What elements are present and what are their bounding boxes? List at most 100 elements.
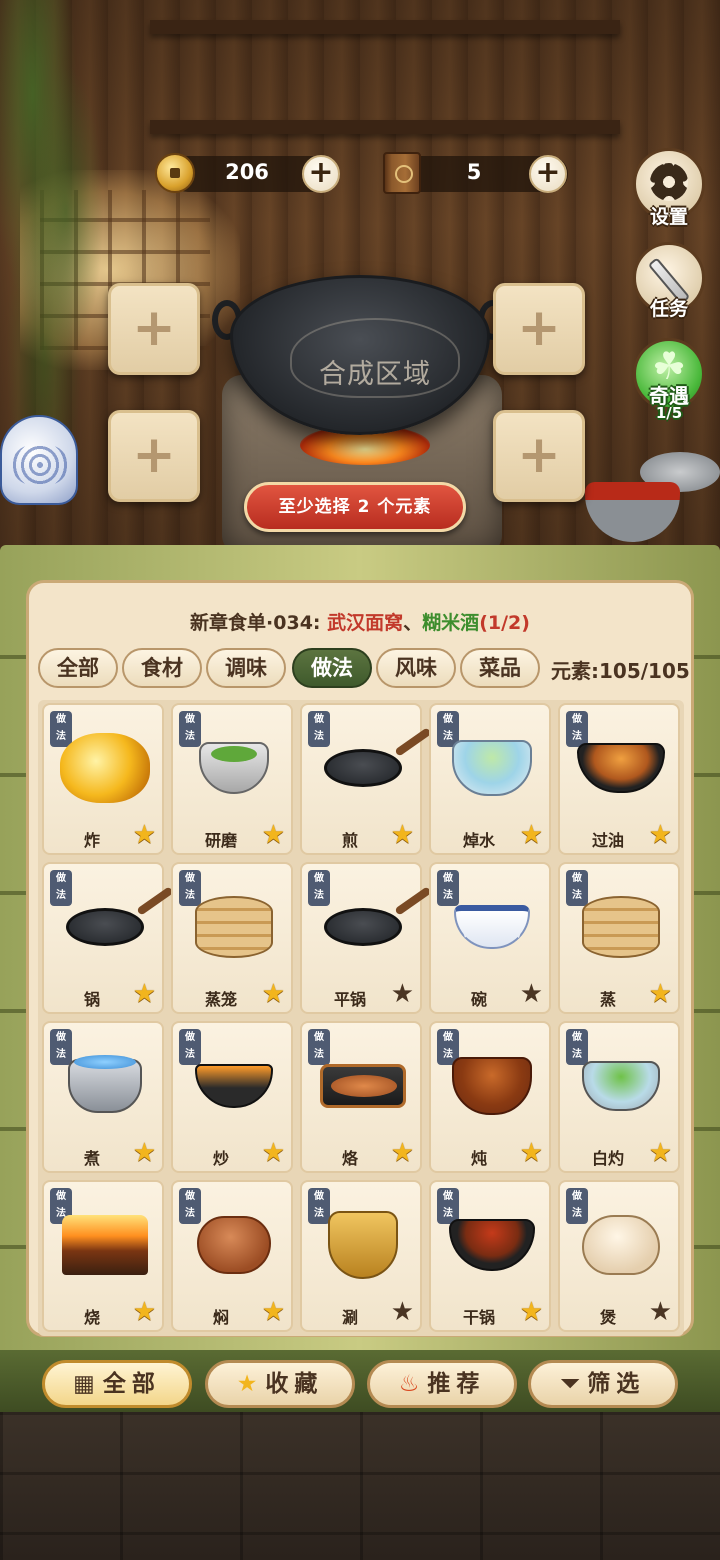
nav-favorites-button[interactable]: ★ 收藏: [205, 1360, 355, 1408]
stew-icon: [447, 1043, 537, 1128]
element-card[interactable]: 做法烧 ★: [42, 1180, 164, 1332]
select-hint-button[interactable]: 至少选择 2 个元素: [244, 482, 466, 532]
element-card[interactable]: 做法炒 ★: [171, 1021, 293, 1173]
favorite-star-icon[interactable]: ★: [133, 1298, 156, 1326]
favorite-star-icon[interactable]: ★: [262, 1139, 285, 1167]
coin-icon: [155, 153, 195, 193]
casserole-icon: [576, 1202, 666, 1287]
dry-pot-icon-shape: [449, 1218, 535, 1271]
favorite-star-icon[interactable]: ★: [520, 1139, 543, 1167]
element-card[interactable]: 做法碗 ★: [429, 862, 551, 1014]
ingredient-slot[interactable]: +: [108, 283, 200, 375]
element-card[interactable]: 做法烙 ★: [300, 1021, 422, 1173]
element-card[interactable]: 做法炸 ★: [42, 703, 164, 855]
element-label: 涮: [341, 1308, 358, 1327]
favorite-star-icon[interactable]: ★: [649, 1298, 672, 1326]
recipe-line: 新章食单·034: 武汉面窝、糊米酒(1/2): [26, 608, 694, 635]
element-card[interactable]: 做法蒸 ★: [558, 862, 680, 1014]
bowl-icon-shape: [454, 904, 530, 949]
element-label: 炖: [470, 1149, 487, 1168]
element-card[interactable]: 做法过油 ★: [558, 703, 680, 855]
element-label: 干锅: [462, 1308, 495, 1327]
ingredient-slot[interactable]: +: [493, 410, 585, 502]
tab-methods[interactable]: 做法: [292, 648, 372, 688]
element-label: 炸: [83, 831, 100, 850]
nav-recommend-button[interactable]: ♨ 推荐: [367, 1360, 517, 1408]
oil-fry-icon: [576, 725, 666, 810]
element-card[interactable]: 做法研磨 ★: [171, 703, 293, 855]
poach-icon-shape: [582, 1060, 660, 1111]
favorite-star-icon[interactable]: ★: [133, 821, 156, 849]
grid-icon: ▦: [73, 1371, 95, 1397]
stir-fry-icon-shape: [195, 1063, 273, 1108]
steamer-icon-shape: [195, 895, 273, 958]
element-card[interactable]: 做法焖 ★: [171, 1180, 293, 1332]
favorite-star-icon[interactable]: ★: [262, 1298, 285, 1326]
favorite-star-icon[interactable]: ★: [520, 821, 543, 849]
fire-icon: ♨: [398, 1371, 420, 1397]
favorite-star-icon[interactable]: ★: [391, 980, 414, 1008]
favorite-star-icon[interactable]: ★: [520, 980, 543, 1008]
favorite-star-icon[interactable]: ★: [391, 821, 414, 849]
casserole-icon-shape: [582, 1214, 660, 1275]
element-card[interactable]: 做法干锅 ★: [429, 1180, 551, 1332]
ingredient-slot[interactable]: +: [493, 283, 585, 375]
element-card[interactable]: 做法平锅 ★: [300, 862, 422, 1014]
add-coins-button[interactable]: +: [302, 155, 340, 193]
favorite-star-icon[interactable]: ★: [649, 1139, 672, 1167]
mortar-icon-shape: [199, 741, 269, 794]
boil-icon: [60, 1043, 150, 1128]
element-label: 焯水: [462, 831, 495, 850]
tab-dishes[interactable]: 菜品: [460, 648, 540, 688]
steamer-icon: [189, 884, 279, 969]
element-card[interactable]: 做法锅 ★: [42, 862, 164, 1014]
flat-pan-icon-shape: [324, 907, 402, 946]
add-books-button[interactable]: +: [529, 155, 567, 193]
favorite-star-icon[interactable]: ★: [649, 821, 672, 849]
favorite-star-icon[interactable]: ★: [391, 1139, 414, 1167]
fried-icon-shape: [60, 732, 150, 803]
clay-pot-icon-shape: [197, 1215, 271, 1274]
oil-fry-icon-shape: [577, 742, 665, 793]
element-card[interactable]: 做法白灼 ★: [558, 1021, 680, 1173]
element-card[interactable]: 做法煲 ★: [558, 1180, 680, 1332]
coin-value: 206: [225, 160, 269, 184]
nav-filter-label: 筛选: [587, 1371, 646, 1397]
tab-flavor[interactable]: 风味: [376, 648, 456, 688]
dry-pot-icon: [447, 1202, 537, 1287]
element-card[interactable]: 做法涮 ★: [300, 1180, 422, 1332]
element-card[interactable]: 做法煮 ★: [42, 1021, 164, 1173]
recipe-separator: 、: [403, 612, 423, 634]
steam-icon: [576, 884, 666, 969]
favorite-star-icon[interactable]: ★: [262, 821, 285, 849]
tab-ingredients[interactable]: 食材: [122, 648, 202, 688]
tab-all[interactable]: 全部: [38, 648, 118, 688]
nav-filter-button[interactable]: ⏷ 筛选: [528, 1360, 678, 1408]
griddle-icon-shape: [320, 1063, 406, 1108]
favorite-star-icon[interactable]: ★: [133, 980, 156, 1008]
element-label: 煎: [341, 831, 358, 850]
element-count: 元素:105/105: [551, 659, 690, 683]
element-card[interactable]: 做法炖 ★: [429, 1021, 551, 1173]
recipe-dish-2[interactable]: 糊米酒: [422, 612, 479, 634]
stir-fry-icon: [189, 1043, 279, 1128]
book-icon: [383, 152, 421, 194]
favorite-star-icon[interactable]: ★: [649, 980, 672, 1008]
element-card[interactable]: 做法焯水 ★: [429, 703, 551, 855]
favorite-star-icon[interactable]: ★: [391, 1298, 414, 1326]
element-card[interactable]: 做法蒸笼 ★: [171, 862, 293, 1014]
ingredient-slot[interactable]: +: [108, 410, 200, 502]
tab-seasoning[interactable]: 调味: [206, 648, 286, 688]
settings-label: 设置: [649, 206, 688, 228]
element-card[interactable]: 做法煎 ★: [300, 703, 422, 855]
recipe-prefix: 新章食单·034:: [190, 612, 328, 634]
recipe-dish-1[interactable]: 武汉面窝: [327, 612, 403, 634]
nav-all-button[interactable]: ▦ 全部: [42, 1360, 192, 1408]
element-label: 白灼: [591, 1149, 624, 1168]
filter-icon: ⏷: [560, 1371, 580, 1397]
favorite-star-icon[interactable]: ★: [520, 1298, 543, 1326]
hot-pot-icon-shape: [328, 1210, 398, 1279]
favorite-star-icon[interactable]: ★: [262, 980, 285, 1008]
favorite-star-icon[interactable]: ★: [133, 1139, 156, 1167]
nav-recommend-label: 推荐: [427, 1371, 486, 1397]
